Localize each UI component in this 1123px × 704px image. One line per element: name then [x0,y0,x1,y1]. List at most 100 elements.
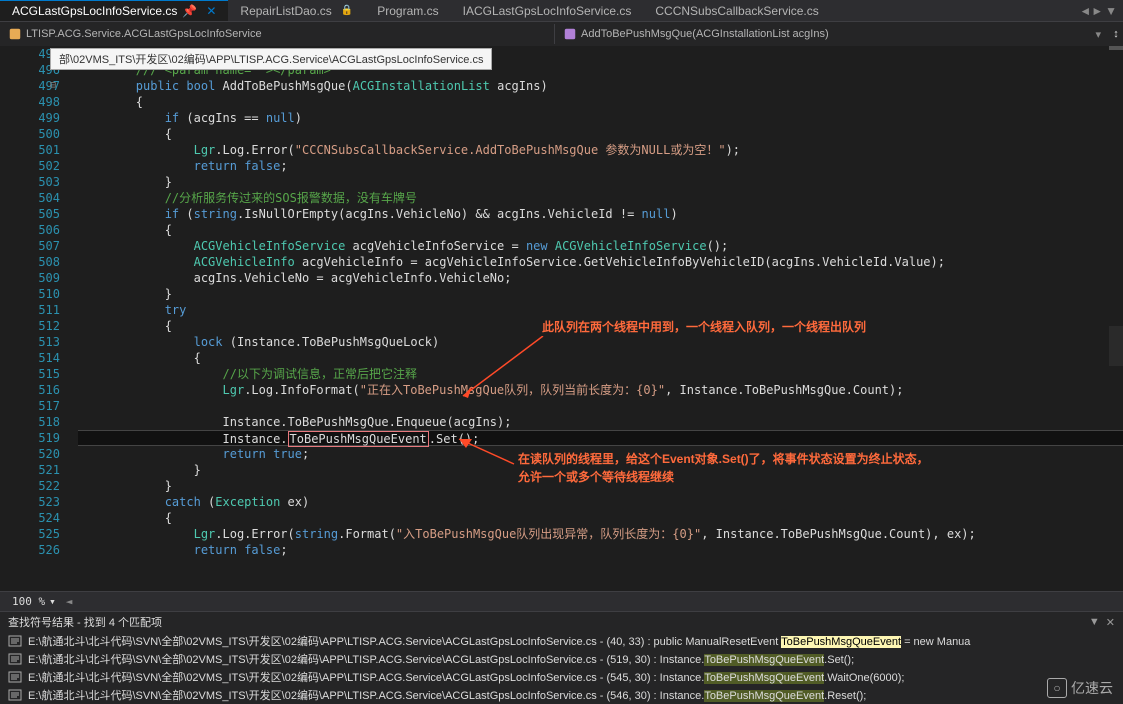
breadcrumb-method[interactable]: AddToBePushMsgQue(ACGInstallationList ac… [555,24,1109,44]
code-line[interactable]: return false; [78,158,1123,174]
lock-icon: 🔒 [341,5,353,16]
annotation-2: 在读队列的线程里，给这个Event对象.Set()了，将事件状态设置为终止状态，… [518,450,938,486]
tab-label: ACGLastGpsLocInfoService.cs [12,4,177,18]
line-number: 511 [0,302,60,318]
scroll-arrows[interactable]: ◄ [66,595,73,608]
tab-repairlistdao[interactable]: RepairListDao.cs 🔒 [228,0,365,21]
code-area[interactable]: 此队列在两个线程中用到，一个线程入队列，一个线程出队列 在读队列的线程里，给这个… [78,46,1123,591]
close-icon[interactable]: ✕ [206,4,216,18]
line-number: 504 [0,190,60,206]
dropdown-icon[interactable]: ▼ [1105,4,1117,18]
dropdown-icon[interactable]: ▼ [1089,616,1100,629]
breadcrumb-class[interactable]: LTISP.ACG.Service.ACGLastGpsLocInfoServi… [0,24,555,44]
line-number: 518 [0,414,60,430]
tab-program[interactable]: Program.cs [365,0,450,21]
zoom-value: 100 % [12,595,45,608]
line-number: 525 [0,526,60,542]
editor-status-bar: 100 % ▾ ◄ [0,591,1123,611]
line-number: 499 [0,110,60,126]
code-line[interactable]: { [78,350,1123,366]
code-line[interactable]: ACGVehicleInfoService acgVehicleInfoServ… [78,238,1123,254]
chevron-down-icon[interactable]: ▾ [1095,28,1101,41]
arrow-left-icon[interactable]: ◄ [66,595,73,608]
code-line[interactable]: if (acgIns == null) [78,110,1123,126]
result-text: E:\航通北斗\北斗代码\SVN\全部\02VMS_ITS\开发区\02编码\A… [28,687,866,703]
code-line[interactable]: if (string.IsNullOrEmpty(acgIns.VehicleN… [78,206,1123,222]
code-editor[interactable]: 495496497⊟498499500501502503504505506507… [0,46,1123,591]
line-number: 508 [0,254,60,270]
line-number: 522 [0,478,60,494]
line-number: 520 [0,446,60,462]
chevron-down-icon: ▾ [49,595,56,608]
line-number: 501 [0,142,60,158]
tab-label: IACGLastGpsLocInfoService.cs [463,4,632,18]
result-text: E:\航通北斗\北斗代码\SVN\全部\02VMS_ITS\开发区\02编码\A… [28,669,904,685]
code-line[interactable]: //分析服务传过来的SOS报警数据，没有车牌号 [78,190,1123,206]
result-row[interactable]: E:\航通北斗\北斗代码\SVN\全部\02VMS_ITS\开发区\02编码\A… [0,650,1123,668]
result-text: E:\航通北斗\北斗代码\SVN\全部\02VMS_ITS\开发区\02编码\A… [28,651,854,667]
result-row[interactable]: E:\航通北斗\北斗代码\SVN\全部\02VMS_ITS\开发区\02编码\A… [0,632,1123,650]
split-icon[interactable]: ↕ [1109,28,1123,40]
line-gutter: 495496497⊟498499500501502503504505506507… [0,46,78,591]
code-line[interactable]: { [78,222,1123,238]
result-row[interactable]: E:\航通北斗\北斗代码\SVN\全部\02VMS_ITS\开发区\02编码\A… [0,686,1123,704]
line-number: 524 [0,510,60,526]
code-line[interactable]: } [78,174,1123,190]
code-line[interactable]: Lgr.Log.Error("CCCNSubsCallbackService.A… [78,142,1123,158]
code-line[interactable]: Instance.ToBePushMsgQueEvent.Set(); [78,430,1123,446]
line-number: 523 [0,494,60,510]
method-icon [563,27,577,41]
tab-active-file[interactable]: ACGLastGpsLocInfoService.cs 📌 ✕ [0,0,228,21]
code-line[interactable]: Instance.ToBePushMsgQue.Enqueue(acgIns); [78,414,1123,430]
line-number: 509 [0,270,60,286]
prev-tab-icon[interactable]: ◄► [1079,4,1103,18]
code-line[interactable]: lock (Instance.ToBePushMsgQueLock) [78,334,1123,350]
line-number: 516 [0,382,60,398]
file-icon [8,671,22,683]
line-number: 498 [0,94,60,110]
breadcrumb-method-label: AddToBePushMsgQue(ACGInstallationList ac… [581,28,829,40]
line-number: 502 [0,158,60,174]
annotation-1: 此队列在两个线程中用到，一个线程入队列，一个线程出队列 [542,318,962,336]
line-number: 505 [0,206,60,222]
code-line[interactable]: Lgr.Log.Error(string.Format("入ToBePushMs… [78,526,1123,542]
line-number: 512 [0,318,60,334]
code-line[interactable]: public bool AddToBePushMsgQue(ACGInstall… [78,78,1123,94]
code-line[interactable]: ACGVehicleInfo acgVehicleInfo = acgVehic… [78,254,1123,270]
close-icon[interactable]: ✕ [1106,616,1115,629]
watermark-text: 亿速云 [1071,678,1113,698]
tab-label: RepairListDao.cs [240,4,331,18]
result-row[interactable]: E:\航通北斗\北斗代码\SVN\全部\02VMS_ITS\开发区\02编码\A… [0,668,1123,686]
line-number: 506 [0,222,60,238]
zoom-dropdown[interactable]: 100 % ▾ [8,594,60,609]
code-line[interactable]: { [78,510,1123,526]
code-line[interactable]: { [78,126,1123,142]
code-line[interactable]: } [78,286,1123,302]
line-number: 521 [0,462,60,478]
code-line[interactable]: Lgr.Log.InfoFormat("正在入ToBePushMsgQue队列，… [78,382,1123,398]
line-number: 513 [0,334,60,350]
class-icon [8,27,22,41]
tab-cccnsubs[interactable]: CCCNSubsCallbackService.cs [643,0,830,21]
code-line[interactable] [78,398,1123,414]
code-line[interactable]: try [78,302,1123,318]
line-number: 519 [0,430,60,446]
arrow-2 [454,434,524,474]
code-line[interactable]: catch (Exception ex) [78,494,1123,510]
arrow-1 [458,336,548,406]
code-line[interactable]: acgIns.VehicleNo = acgVehicleInfo.Vehicl… [78,270,1123,286]
file-icon [8,635,22,647]
code-line[interactable]: //以下为调试信息，正常后把它注释 [78,366,1123,382]
line-number: 514 [0,350,60,366]
tab-iacglastgps[interactable]: IACGLastGpsLocInfoService.cs [451,0,644,21]
tab-label: Program.cs [377,4,438,18]
code-line[interactable]: { [78,94,1123,110]
fold-icon[interactable]: ⊟ [50,78,56,94]
watermark-icon: ○ [1047,678,1067,698]
file-icon [8,653,22,665]
file-tab-bar: ACGLastGpsLocInfoService.cs 📌 ✕ RepairLi… [0,0,1123,22]
breadcrumb-class-label: LTISP.ACG.Service.ACGLastGpsLocInfoServi… [26,28,262,40]
pin-icon[interactable]: 📌 [182,4,197,18]
tab-nav-arrows[interactable]: ◄► ▼ [1073,4,1123,18]
code-line[interactable]: return false; [78,542,1123,558]
